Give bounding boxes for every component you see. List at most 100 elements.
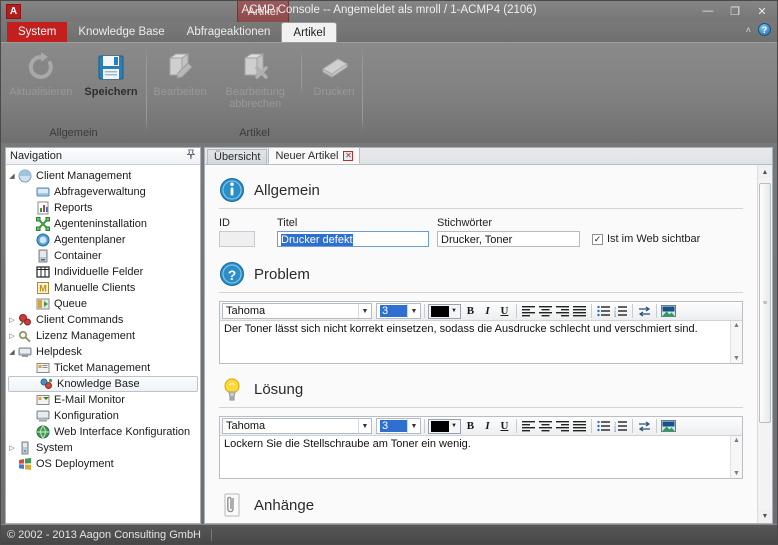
expander-expanded-icon[interactable]: ◢ [6, 172, 18, 180]
scroll-up-icon[interactable]: ▲ [733, 437, 740, 444]
titel-input[interactable]: Drucker defekt [277, 231, 429, 247]
ribbon-button-aktualisieren[interactable]: Aktualisieren [3, 49, 78, 100]
ribbon-tab-artikel[interactable]: Artikel [281, 22, 338, 42]
scroll-down-button[interactable]: ▼ [758, 509, 772, 523]
expander-collapsed-icon[interactable]: ▷ [6, 332, 18, 340]
scroll-down-icon[interactable]: ▼ [733, 355, 740, 362]
nav-item-konfiguration[interactable]: Konfiguration [6, 408, 200, 424]
problem-editor-scrollbar[interactable]: ▲ ▼ [730, 321, 742, 363]
form-vertical-scrollbar[interactable]: ▲ ≡ ▼ [757, 165, 772, 523]
id-input[interactable] [219, 231, 255, 247]
section-anhaenge-header: Anhänge [219, 492, 743, 518]
nav-item-client-commands[interactable]: ▷ Client Commands [6, 312, 200, 328]
font-family-select[interactable]: Tahoma ▼ [222, 303, 372, 319]
expander-expanded-icon[interactable]: ◢ [6, 348, 18, 356]
insert-image-button[interactable] [660, 303, 677, 319]
pin-icon[interactable] [185, 149, 196, 163]
navigation-tree[interactable]: ◢ Client Management Abfrageverwaltung Repor… [6, 165, 200, 523]
help-icon[interactable]: ? [758, 23, 771, 36]
align-justify-button[interactable] [571, 418, 588, 434]
ribbon-group-allgemein: Aktualisieren Speichern Allgemein [1, 43, 146, 143]
numbered-list-button[interactable]: 123 [612, 418, 629, 434]
expander-collapsed-icon[interactable]: ▷ [6, 316, 18, 324]
indent-button[interactable] [636, 418, 653, 434]
web-visible-checkbox-row[interactable]: ✓ Ist im Web sichtbar [592, 233, 700, 247]
italic-button[interactable]: I [479, 303, 496, 319]
loesung-editor-scrollbar[interactable]: ▲ ▼ [730, 436, 742, 478]
underline-button[interactable]: U [496, 418, 513, 434]
nav-item-os-deployment[interactable]: OS Deployment [6, 456, 200, 472]
align-right-button[interactable] [554, 303, 571, 319]
close-button[interactable]: ✕ [751, 3, 773, 19]
font-size-select[interactable]: 3 ▼ [376, 418, 421, 434]
close-icon[interactable]: ✕ [343, 150, 354, 161]
ribbon-button-bearbeitung-abbrechen[interactable]: Bearbeitung abbrechen [213, 49, 297, 112]
nav-item-queue[interactable]: Queue [6, 296, 200, 312]
chevron-down-icon[interactable]: ▼ [407, 304, 420, 318]
text-color-button[interactable]: ▼ [428, 418, 461, 434]
nav-item-ticket-management[interactable]: Ticket Management [6, 360, 200, 376]
chevron-down-icon[interactable]: ▼ [407, 419, 420, 433]
align-justify-button[interactable] [571, 303, 588, 319]
expander-collapsed-icon[interactable]: ▷ [6, 444, 18, 452]
document-tab-uebersicht[interactable]: Übersicht [207, 149, 268, 164]
chevron-down-icon[interactable]: ▼ [451, 308, 460, 314]
ribbon-tab-knowledge-base[interactable]: Knowledge Base [67, 22, 175, 42]
numbered-list-button[interactable]: 123 [612, 303, 629, 319]
ribbon-button-bearbeiten[interactable]: Bearbeiten [147, 49, 213, 100]
ribbon-tab-abfrageaktionen[interactable]: Abfrageaktionen [176, 22, 282, 42]
font-family-select[interactable]: Tahoma ▼ [222, 418, 372, 434]
document-tab-neuer-artikel[interactable]: Neuer Artikel ✕ [268, 147, 361, 164]
ribbon-button-speichern[interactable]: Speichern [78, 49, 143, 100]
ribbon-tab-system[interactable]: System [7, 22, 68, 42]
align-center-button[interactable] [537, 303, 554, 319]
underline-button[interactable]: U [496, 303, 513, 319]
checkbox-ist-im-web-sichtbar[interactable]: ✓ [592, 233, 603, 245]
italic-button[interactable]: I [479, 418, 496, 434]
bullet-list-button[interactable] [595, 418, 612, 434]
bold-button[interactable]: B [462, 418, 479, 434]
stichwoerter-input[interactable]: Drucker, Toner [437, 231, 580, 247]
text-color-button[interactable]: ▼ [428, 303, 461, 319]
font-size-select[interactable]: 3 ▼ [376, 303, 421, 319]
nav-item-lizenz-management[interactable]: ▷ Lizenz Management [6, 328, 200, 344]
align-right-button[interactable] [554, 418, 571, 434]
scrollbar-thumb[interactable]: ≡ [759, 183, 771, 423]
align-left-button[interactable] [520, 418, 537, 434]
nav-item-agenteninstallation[interactable]: Agenteninstallation [6, 216, 200, 232]
indent-button[interactable] [636, 303, 653, 319]
scrollbar-track[interactable]: ≡ [758, 179, 772, 509]
nav-item-e-mail-monitor[interactable]: E-Mail Monitor [6, 392, 200, 408]
maximize-button[interactable]: ❐ [724, 3, 746, 19]
nav-item-web-interface-konfiguration[interactable]: Web Interface Konfiguration [6, 424, 200, 440]
problem-text: Der Toner lässt sich nicht korrekt einse… [224, 323, 698, 335]
bold-button[interactable]: B [462, 303, 479, 319]
ribbon-button-drucken[interactable]: Drucken [306, 49, 362, 100]
align-center-button[interactable] [537, 418, 554, 434]
problem-text-area[interactable]: Der Toner lässt sich nicht korrekt einse… [220, 321, 742, 363]
nav-item-helpdesk[interactable]: ◢ Helpdesk [6, 344, 200, 360]
nav-item-system[interactable]: ▷ System [6, 440, 200, 456]
nav-item-abfrageverwaltung[interactable]: Abfrageverwaltung [6, 184, 200, 200]
align-left-button[interactable] [520, 303, 537, 319]
bullet-list-button[interactable] [595, 303, 612, 319]
loesung-text-area[interactable]: Lockern Sie die Stellschraube am Toner e… [220, 436, 742, 478]
scroll-up-button[interactable]: ▲ [758, 165, 772, 179]
collapse-ribbon-icon[interactable]: ˄ [746, 25, 751, 35]
scroll-down-icon[interactable]: ▼ [733, 470, 740, 477]
insert-image-button[interactable] [660, 418, 677, 434]
copyright-text: © 2002 - 2013 Aagon Consulting GmbH [7, 528, 202, 541]
nav-item-agentenplaner[interactable]: Agentenplaner [6, 232, 200, 248]
nav-item-individuelle-felder[interactable]: Individuelle Felder [6, 264, 200, 280]
helpdesk-icon [18, 345, 32, 359]
chevron-down-icon[interactable]: ▼ [451, 423, 460, 429]
chevron-down-icon[interactable]: ▼ [358, 419, 371, 433]
chevron-down-icon[interactable]: ▼ [358, 304, 371, 318]
nav-item-container[interactable]: Container [6, 248, 200, 264]
nav-item-manuelle-clients[interactable]: M Manuelle Clients [6, 280, 200, 296]
nav-item-client-management[interactable]: ◢ Client Management [6, 168, 200, 184]
nav-item-knowledge-base[interactable]: Knowledge Base [8, 376, 198, 392]
nav-item-reports[interactable]: Reports [6, 200, 200, 216]
scroll-up-icon[interactable]: ▲ [733, 322, 740, 329]
minimize-button[interactable]: — [697, 3, 719, 19]
